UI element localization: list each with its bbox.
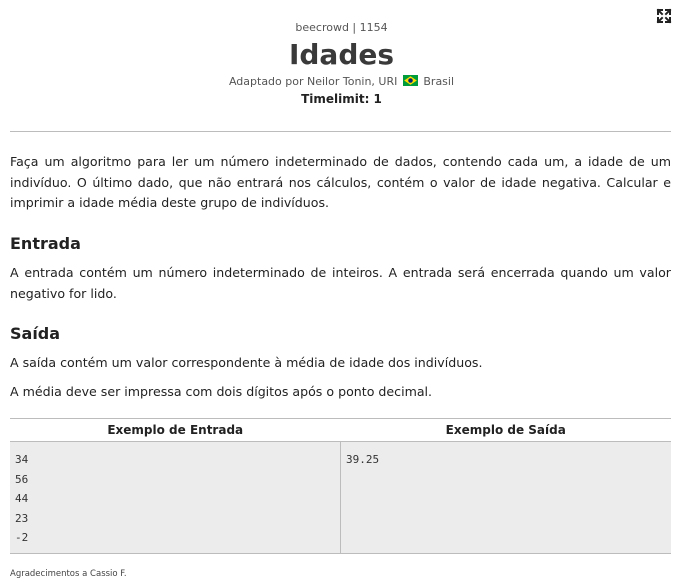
samples-header-row: Exemplo de Entrada Exemplo de Saída: [10, 419, 671, 442]
input-heading: Entrada: [10, 234, 81, 253]
sample-input-header: Exemplo de Entrada: [107, 423, 244, 437]
author-text: Adaptado por Neilor Tonin, URI: [228, 75, 398, 88]
sample-output-line: 39.25: [346, 453, 380, 466]
samples-table: Exemplo de Entrada Exemplo de Saída 34 5…: [10, 418, 671, 554]
sample-input-line: 56: [15, 472, 29, 486]
samples-body-row: 34 56 44 23 -2 39.25: [10, 442, 671, 553]
sample-output-header: Exemplo de Saída: [445, 423, 566, 437]
problem-description: Faça um algoritmo para ler um número ind…: [10, 154, 671, 210]
problem-author: Adaptado por Neilor Tonin, URI Brasil: [0, 74, 683, 90]
sample-input-line: -2: [15, 531, 29, 544]
problem-title: Idades: [288, 38, 395, 71]
sample-input-line: 34: [15, 453, 29, 466]
sample-input-line: 44: [15, 492, 29, 505]
problem-page: beecrowd | 1154 Idades Adaptado por Neil…: [0, 0, 683, 585]
problem-header: beecrowd | 1154 Idades Adaptado por Neil…: [0, 20, 683, 108]
input-description: A entrada contém um número indeterminado…: [10, 265, 671, 301]
header-divider: [10, 131, 671, 132]
brazil-flag-icon: [402, 75, 418, 86]
sample-input-cell[interactable]: 34 56 44 23 -2: [10, 442, 341, 553]
credits: Agradecimentos a Cassio F.: [10, 569, 127, 579]
timelimit: Timelimit: 1: [301, 92, 382, 106]
sample-output-cell[interactable]: 39.25: [341, 442, 671, 553]
problem-source: beecrowd | 1154: [295, 21, 388, 34]
output-description-1: A saída contém um valor correspondente à…: [10, 355, 483, 370]
sample-input-line: 23: [15, 511, 29, 525]
output-description-2: A média deve ser impressa com dois dígit…: [10, 384, 433, 399]
country-name: Brasil: [423, 75, 455, 88]
output-heading: Saída: [10, 324, 61, 343]
